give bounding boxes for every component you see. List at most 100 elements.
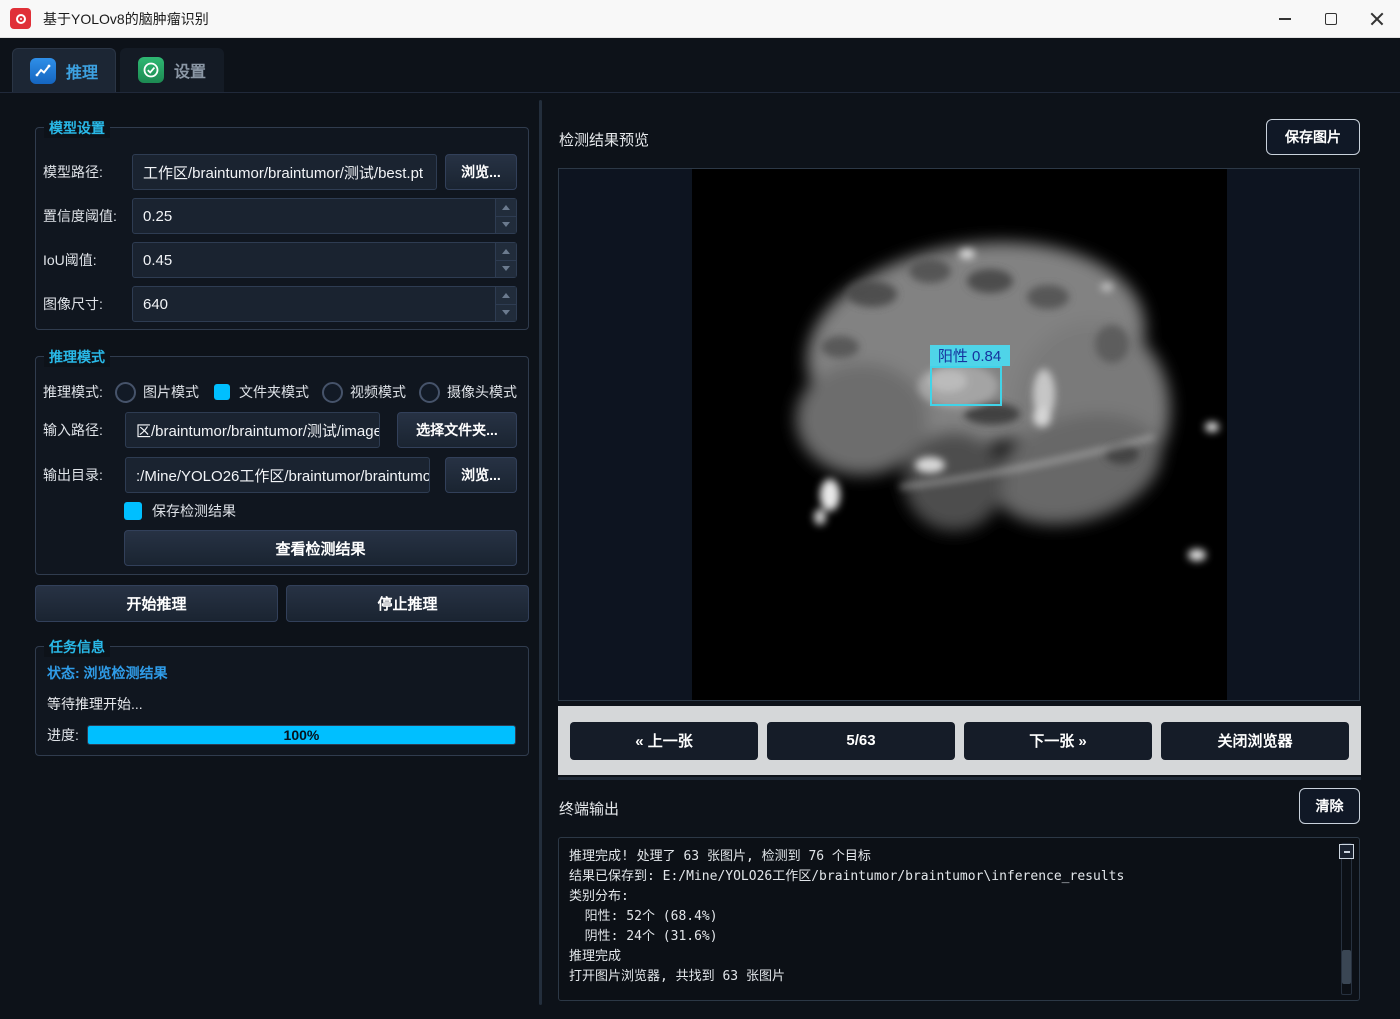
minimize-icon	[1279, 18, 1291, 20]
image-browser-nav: « 上一张 5/63 下一张 » 关闭浏览器	[558, 706, 1361, 775]
tab-inference-label: 推理	[66, 59, 98, 83]
maximize-icon	[1325, 13, 1337, 25]
image-counter: 5/63	[767, 722, 955, 760]
terminal-scrollbar[interactable]	[1338, 843, 1355, 995]
terminal-title: 终端输出	[559, 798, 619, 819]
radio-folder-mode-label: 文件夹模式	[239, 382, 309, 402]
titlebar: 基于YOLOv8的脑肿瘤识别	[0, 0, 1400, 38]
terminal-line: 阴性: 24个 (31.6%)	[569, 927, 1331, 947]
confidence-spin-buttons[interactable]	[495, 199, 516, 233]
detection-label: 阳性 0.84	[930, 345, 1010, 366]
radio-video-mode-label: 视频模式	[350, 382, 406, 402]
tab-inference[interactable]: 推理	[12, 48, 116, 92]
clear-terminal-button[interactable]: 清除	[1299, 788, 1360, 824]
close-icon	[1370, 12, 1384, 26]
arrow-up-icon	[502, 293, 510, 298]
spin-up-button[interactable]	[495, 243, 516, 261]
iou-value[interactable]: 0.45	[132, 242, 517, 278]
arrow-up-icon	[502, 249, 510, 254]
output-dir-label: 输出目录:	[43, 465, 125, 485]
terminal-output[interactable]: 推理完成! 处理了 63 张图片, 检测到 76 个目标 结果已保存到: E:/…	[558, 837, 1360, 1001]
iou-spin-buttons[interactable]	[495, 243, 516, 277]
confidence-label: 置信度阈值:	[43, 206, 132, 226]
start-inference-button[interactable]: 开始推理	[35, 585, 278, 622]
radio-folder-mode[interactable]: 文件夹模式	[212, 382, 309, 402]
inference-mode-title: 推理模式	[44, 347, 110, 367]
progress-fill: 100%	[88, 726, 515, 744]
image-size-spinbox[interactable]: 640	[132, 286, 517, 322]
confidence-value[interactable]: 0.25	[132, 198, 517, 234]
close-button[interactable]	[1354, 0, 1400, 38]
prev-image-button[interactable]: « 上一张	[570, 722, 758, 760]
tab-settings-label: 设置	[174, 58, 206, 82]
brain-scan-graphic	[692, 169, 1227, 700]
radio-icon	[322, 382, 343, 403]
spin-up-button[interactable]	[495, 199, 516, 217]
confidence-spinbox[interactable]: 0.25	[132, 198, 517, 234]
spin-down-button[interactable]	[495, 217, 516, 234]
output-dir-input[interactable]: :/Mine/YOLO26工作区/braintumor/braintumor	[125, 457, 430, 493]
spin-down-button[interactable]	[495, 305, 516, 322]
vertical-splitter[interactable]	[539, 100, 542, 1005]
scrollbar-thumb[interactable]	[1342, 950, 1351, 984]
save-image-button[interactable]: 保存图片	[1266, 119, 1360, 155]
tab-settings[interactable]: 设置	[120, 48, 224, 92]
task-info-title: 任务信息	[44, 637, 110, 657]
iou-spinbox[interactable]: 0.45	[132, 242, 517, 278]
status-text: 状态: 浏览检测结果	[47, 663, 516, 681]
spin-up-button[interactable]	[495, 287, 516, 305]
model-path-input[interactable]: 工作区/braintumor/braintumor/测试/best.pt	[132, 154, 437, 190]
detection-box	[930, 366, 1002, 406]
image-size-value[interactable]: 640	[132, 286, 517, 322]
minimize-button[interactable]	[1262, 0, 1308, 38]
image-size-spin-buttons[interactable]	[495, 287, 516, 321]
terminal-line: 推理完成	[569, 947, 1331, 967]
preview-title: 检测结果预览	[559, 129, 649, 150]
radio-icon	[115, 382, 136, 403]
terminal-line: 类别分布:	[569, 887, 1331, 907]
stop-inference-button[interactable]: 停止推理	[286, 585, 529, 622]
waiting-text: 等待推理开始...	[47, 694, 516, 712]
horizontal-splitter[interactable]	[558, 777, 1361, 780]
model-settings-group: 模型设置 模型路径: 工作区/braintumor/braintumor/测试/…	[35, 127, 529, 330]
radio-icon	[419, 382, 440, 403]
check-circle-icon	[138, 57, 164, 83]
tab-bar: 推理 设置	[12, 48, 224, 92]
save-results-checkbox[interactable]	[124, 502, 142, 520]
iou-label: IoU阈值:	[43, 250, 132, 270]
save-results-label: 保存检测结果	[152, 501, 236, 521]
window-title: 基于YOLOv8的脑肿瘤识别	[43, 9, 209, 29]
radio-video-mode[interactable]: 视频模式	[322, 382, 406, 403]
maximize-button[interactable]	[1308, 0, 1354, 38]
arrow-down-icon	[502, 222, 510, 227]
task-info-group: 任务信息 状态: 浏览检测结果 等待推理开始... 进度: 100%	[35, 646, 529, 756]
select-folder-button[interactable]: 选择文件夹...	[397, 412, 517, 448]
radio-image-mode-label: 图片模式	[143, 382, 199, 402]
app-window: 基于YOLOv8的脑肿瘤识别 推理 设置 模型设置 模型路径: 工作区/brai…	[0, 0, 1400, 1019]
radio-camera-mode-label: 摄像头模式	[447, 382, 517, 402]
close-browser-button[interactable]: 关闭浏览器	[1161, 722, 1349, 760]
progress-bar: 100%	[87, 725, 516, 745]
line-chart-icon	[30, 58, 56, 84]
spin-down-button[interactable]	[495, 261, 516, 278]
action-row: 开始推理 停止推理	[35, 585, 529, 622]
radio-image-mode[interactable]: 图片模式	[115, 382, 199, 403]
mode-label: 推理模式:	[43, 382, 115, 402]
inference-mode-group: 推理模式 推理模式: 图片模式 文件夹模式 视频模式 摄像头模式 输入路径: 区…	[35, 356, 529, 575]
next-image-button[interactable]: 下一张 »	[964, 722, 1152, 760]
view-results-button[interactable]: 查看检测结果	[124, 530, 517, 566]
terminal-line: 推理完成! 处理了 63 张图片, 检测到 76 个目标	[569, 847, 1331, 867]
terminal-line: 阳性: 52个 (68.4%)	[569, 907, 1331, 927]
radio-selected-icon	[214, 384, 230, 400]
model-path-label: 模型路径:	[43, 162, 132, 182]
arrow-up-icon	[502, 205, 510, 210]
scrollbar-up-button[interactable]	[1339, 844, 1354, 859]
arrow-down-icon	[502, 266, 510, 271]
model-browse-button[interactable]: 浏览...	[445, 154, 517, 190]
input-path-input[interactable]: 区/braintumor/braintumor/测试/image	[125, 412, 380, 448]
input-path-label: 输入路径:	[43, 420, 125, 440]
output-browse-button[interactable]: 浏览...	[445, 457, 517, 493]
radio-camera-mode[interactable]: 摄像头模式	[419, 382, 517, 403]
mri-image: 阳性 0.84	[692, 169, 1227, 700]
arrow-down-icon	[502, 310, 510, 315]
